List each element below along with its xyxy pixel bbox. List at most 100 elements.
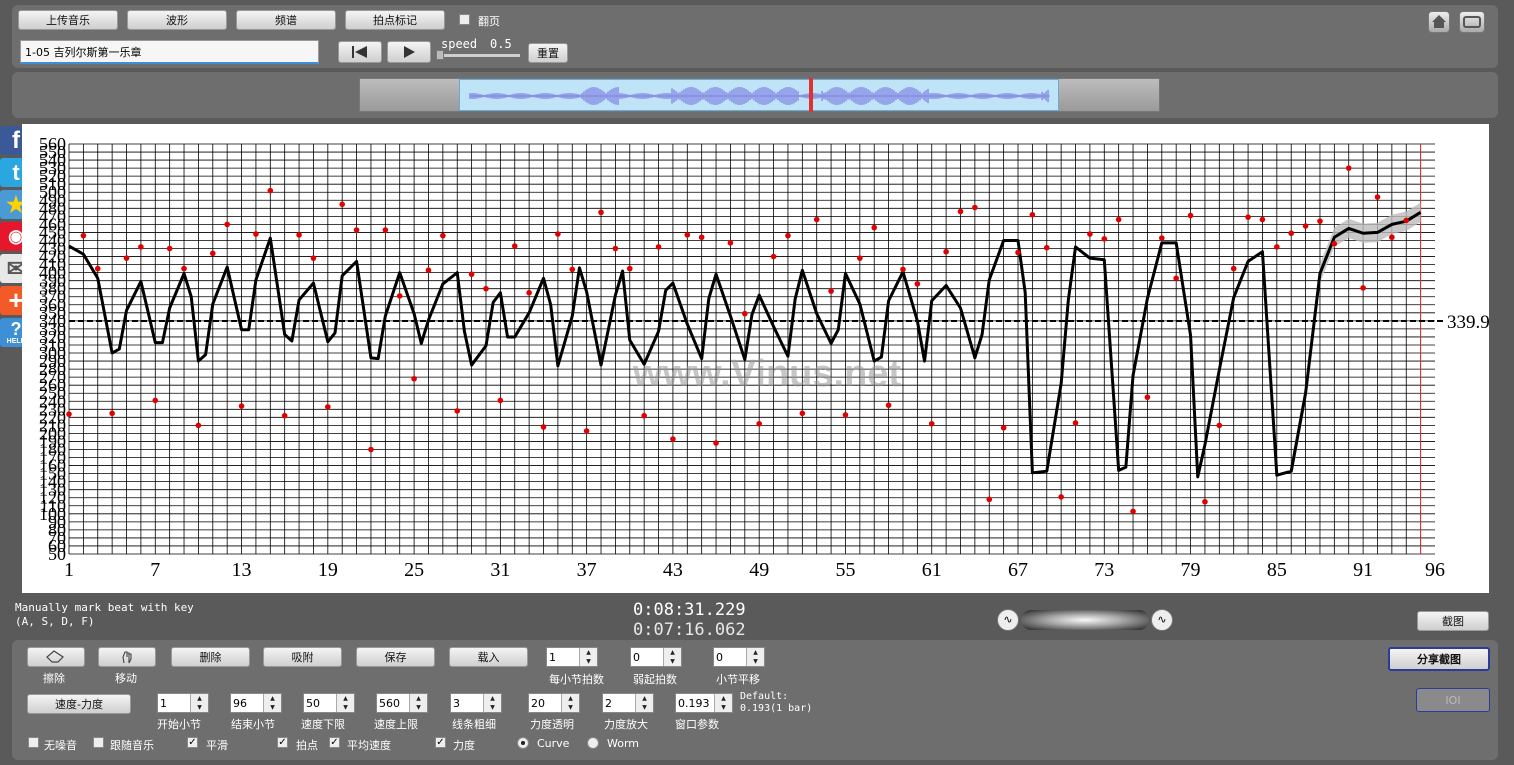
ioi-button[interactable]: IOI xyxy=(1416,688,1490,712)
tempo-chart[interactable]: 5060708090100110120130140150160170180190… xyxy=(22,124,1490,593)
beat-point[interactable] xyxy=(281,412,288,419)
beat-point[interactable] xyxy=(353,227,360,233)
beat-point[interactable] xyxy=(742,310,748,317)
beat-point[interactable] xyxy=(1374,194,1381,200)
snap-button[interactable]: 吸附 xyxy=(263,647,342,667)
beat-point[interactable] xyxy=(900,266,906,273)
beats-per-bar-stepper[interactable]: ▲▼ xyxy=(546,647,598,667)
beat-mark-button[interactable]: 拍点标记 xyxy=(345,10,445,30)
waveform-left-icon[interactable]: ∿ xyxy=(997,609,1019,631)
line-width-input[interactable] xyxy=(453,695,481,711)
save-button[interactable]: 保存 xyxy=(356,647,435,667)
beat-point[interactable] xyxy=(612,245,619,252)
zoom-slider[interactable]: ∿ ∿ xyxy=(997,609,1173,631)
beat-point[interactable] xyxy=(181,265,187,272)
beat-point[interactable] xyxy=(1345,165,1352,171)
beat-point[interactable] xyxy=(684,232,691,238)
start-bar-stepper[interactable]: ▲▼ xyxy=(157,693,209,713)
beat-point[interactable] xyxy=(727,240,734,246)
worm-radio[interactable] xyxy=(587,737,599,749)
beat-point[interactable] xyxy=(1302,223,1309,229)
beat-point[interactable] xyxy=(138,244,144,250)
beat-point[interactable] xyxy=(756,420,762,427)
beat-point[interactable] xyxy=(310,255,317,261)
beat-point[interactable] xyxy=(195,422,202,429)
share-screenshot-button[interactable]: 分享截图 xyxy=(1388,647,1490,671)
line-width-stepper[interactable]: ▲▼ xyxy=(450,693,502,713)
beat-point[interactable] xyxy=(598,209,604,216)
beat-point[interactable] xyxy=(339,201,346,208)
beat-point[interactable] xyxy=(1159,235,1165,241)
beat-point[interactable] xyxy=(972,204,978,211)
beat-point[interactable] xyxy=(1288,230,1295,237)
beat-point[interactable] xyxy=(253,231,259,237)
dynamics-scale-stepper[interactable]: ▲▼ xyxy=(602,693,654,713)
beat-point[interactable] xyxy=(80,232,87,239)
bar-shift-input[interactable] xyxy=(716,649,744,665)
beat-point[interactable] xyxy=(957,208,964,215)
stepper-arrows-icon[interactable]: ▲ ▼ xyxy=(190,694,208,712)
beat-point[interactable] xyxy=(1072,420,1079,426)
speed-min-stepper[interactable]: ▲▼ xyxy=(303,693,355,713)
window-param-input[interactable] xyxy=(678,695,712,711)
beat-point[interactable] xyxy=(670,436,676,442)
smooth-checkbox[interactable]: ✓ xyxy=(187,737,198,748)
beat-point[interactable] xyxy=(943,248,949,255)
beat-point[interactable] xyxy=(94,265,101,272)
beat-point[interactable] xyxy=(497,397,504,404)
beat-point[interactable] xyxy=(1202,498,1208,505)
delete-button[interactable]: 删除 xyxy=(171,647,250,667)
beat-point[interactable] xyxy=(382,227,389,233)
beat-point[interactable] xyxy=(1087,231,1093,237)
beat-point[interactable] xyxy=(928,420,935,427)
beat-point[interactable] xyxy=(440,232,446,239)
beat-point[interactable] xyxy=(986,496,993,503)
speed-dynamics-mode-button[interactable]: 速度-力度 xyxy=(27,694,131,714)
beat-point[interactable] xyxy=(770,253,777,260)
beat-point[interactable] xyxy=(123,255,130,261)
track-title-field[interactable]: 1-05 吉列尔斯第一乐章 xyxy=(20,40,319,64)
beat-point[interactable] xyxy=(411,375,417,382)
beat-point[interactable] xyxy=(1187,212,1194,219)
beat-point[interactable] xyxy=(109,410,115,417)
stepper-arrows-icon[interactable]: ▲ ▼ xyxy=(579,648,597,666)
beat-point[interactable] xyxy=(1144,394,1151,401)
beat-point[interactable] xyxy=(655,244,662,250)
beat-point[interactable] xyxy=(166,245,173,252)
beat-point[interactable] xyxy=(698,234,705,241)
beat-point[interactable] xyxy=(1317,218,1323,224)
beat-point[interactable] xyxy=(914,281,921,287)
stepper-arrows-icon[interactable]: ▲ ▼ xyxy=(409,694,427,712)
play-button[interactable] xyxy=(387,41,431,63)
stepper-arrows-icon[interactable]: ▲ ▼ xyxy=(635,694,653,712)
beat-point[interactable] xyxy=(713,440,719,446)
page-flip-checkbox[interactable] xyxy=(459,14,470,25)
start-bar-input[interactable] xyxy=(160,695,188,711)
avg-speed-checkbox[interactable]: ✓ xyxy=(329,737,340,748)
beat-point[interactable] xyxy=(267,187,274,194)
playhead-marker[interactable] xyxy=(809,78,813,112)
beat-point[interactable] xyxy=(468,271,475,278)
beat-point[interactable] xyxy=(626,265,633,272)
pickup-input[interactable] xyxy=(633,649,661,665)
beat-point[interactable] xyxy=(1043,244,1050,251)
beat-point[interactable] xyxy=(871,224,878,231)
beat-point[interactable] xyxy=(396,293,403,299)
beat-point[interactable] xyxy=(454,408,461,414)
stepper-arrows-icon[interactable]: ▲ ▼ xyxy=(663,648,681,666)
beat-point[interactable] xyxy=(1230,265,1237,272)
dynamics-checkbox[interactable]: ✓ xyxy=(435,737,446,748)
beat-point[interactable] xyxy=(1245,214,1251,220)
beat-point[interactable] xyxy=(1101,236,1108,242)
beat-point[interactable] xyxy=(785,232,791,239)
beat-point[interactable] xyxy=(1115,216,1122,223)
zoom-slider-track[interactable] xyxy=(1021,610,1149,630)
beat-point[interactable] xyxy=(1058,494,1064,500)
screenshot-button[interactable]: 截图 xyxy=(1417,611,1489,631)
beat-point[interactable] xyxy=(555,231,561,237)
move-button[interactable] xyxy=(98,647,156,667)
no-noise-checkbox[interactable] xyxy=(28,737,39,748)
load-button[interactable]: 载入 xyxy=(449,647,528,667)
speed-slider[interactable] xyxy=(436,54,520,57)
beat-point[interactable] xyxy=(1389,234,1395,241)
